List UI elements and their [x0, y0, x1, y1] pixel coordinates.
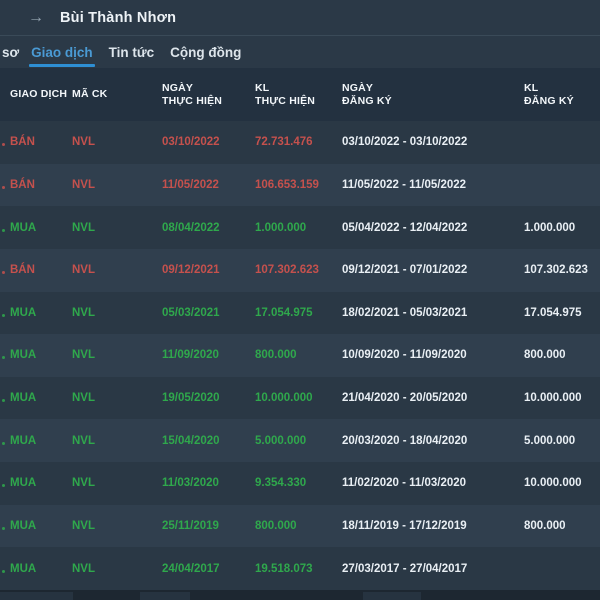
table-body: BÁN NVL 03/10/2022 72.731.476 03/10/2022… — [0, 121, 600, 590]
execution-date-cell: 11/09/2020 — [162, 349, 219, 362]
column-header-ngay-thuc-hien: NGÀY THỰC HIỆN — [162, 81, 223, 107]
registration-period-cell: 09/12/2021 - 07/01/2022 — [342, 264, 468, 277]
transaction-type-cell: MUA — [1, 392, 37, 405]
executed-volume-cell: 106.653.159 — [255, 178, 319, 191]
ticker-cell: NVL — [72, 562, 95, 575]
transaction-type-cell: MUA — [1, 562, 37, 575]
ticker-cell: NVL — [72, 392, 95, 405]
executed-volume-cell: 5.000.000 — [255, 434, 307, 447]
cut-off-element-bottom — [0, 590, 600, 600]
registration-period-cell: 11/05/2022 - 11/05/2022 — [342, 178, 467, 191]
ticker-cell: NVL — [72, 178, 95, 191]
table-header: GIAO DỊCH MÃ CK NGÀY THỰC HIỆN KL THỰC HIỆ… — [0, 68, 600, 121]
table-row[interactable]: BÁN NVL 11/05/2022 106.653.159 11/05/202… — [0, 163, 600, 207]
column-header-kl-thuc-hien: KL THỰC HIỆN — [255, 81, 316, 107]
registration-period-cell: 27/03/2017 - 27/04/2017 — [342, 562, 468, 575]
transaction-type-cell: MUA — [1, 519, 37, 532]
executed-volume-cell: 19.518.073 — [255, 562, 313, 575]
column-header-ma-ck: MÃ CK — [72, 88, 108, 100]
registered-volume-cell: 800.000 — [524, 519, 566, 532]
transaction-type-cell: BÁN — [2, 264, 35, 277]
registration-period-cell: 21/04/2020 - 20/05/2020 — [342, 392, 468, 405]
table-row[interactable]: MUA NVL 08/04/2022 1.000.000 05/04/2022 … — [0, 206, 600, 249]
execution-date-cell: 05/03/2021 — [162, 306, 220, 319]
execution-date-cell: 09/12/2021 — [162, 264, 220, 277]
table-row[interactable]: MUA NVL 25/11/2019 800.000 18/11/2019 - … — [0, 504, 600, 548]
registration-period-cell: 10/09/2020 - 11/09/2020 — [342, 349, 467, 362]
transaction-type-cell: MUA — [1, 349, 37, 362]
executed-volume-cell: 1.000.000 — [255, 221, 307, 234]
executed-volume-cell: 9.354.330 — [255, 477, 307, 490]
table-row[interactable]: MUA NVL 19/05/2020 10.000.000 21/04/2020… — [0, 376, 600, 420]
execution-date-cell: 15/04/2020 — [162, 434, 220, 447]
column-header-kl-dang-ky: KL ĐĂNG KÝ — [524, 81, 574, 107]
registration-period-cell: 18/02/2021 - 05/03/2021 — [342, 306, 468, 319]
transaction-type-cell: BÁN — [2, 178, 35, 191]
tab-giao-dich[interactable]: Giao dịch — [29, 45, 95, 67]
ticker-cell: NVL — [72, 477, 95, 490]
transaction-type-cell: MUA — [1, 306, 37, 319]
page-title: Bùi Thành Nhơn — [60, 9, 177, 26]
tab-tin-tuc[interactable]: Tin tức — [109, 45, 155, 60]
column-header-ngay-dang-ky: NGÀY ĐĂNG KÝ — [342, 81, 392, 107]
table-row[interactable]: MUA NVL 11/09/2020 800.000 10/09/2020 - … — [0, 334, 600, 377]
execution-date-cell: 11/03/2020 — [162, 477, 219, 490]
ticker-cell: NVL — [72, 264, 95, 277]
column-header-giao-dich: GIAO DỊCH — [10, 88, 68, 100]
transaction-type-cell: BÁN — [2, 136, 35, 149]
execution-date-cell: 19/05/2020 — [162, 392, 220, 405]
executed-volume-cell: 10.000.000 — [255, 392, 313, 405]
executed-volume-cell: 107.302.623 — [255, 264, 319, 277]
registered-volume-cell: 5.000.000 — [524, 434, 576, 447]
title-bar: → Bùi Thành Nhơn — [0, 0, 600, 35]
execution-date-cell: 24/04/2017 — [162, 562, 220, 575]
registered-volume-cell: 1.000.000 — [524, 221, 576, 234]
tab-bar: sơ Giao dịch Tin tức Cộng đồng — [0, 36, 600, 68]
table-row[interactable]: MUA NVL 11/03/2020 9.354.330 11/02/2020 … — [0, 462, 600, 505]
ticker-cell: NVL — [72, 136, 95, 149]
executed-volume-cell: 800.000 — [255, 519, 297, 532]
registered-volume-cell: 10.000.000 — [524, 477, 582, 490]
execution-date-cell: 25/11/2019 — [162, 519, 219, 532]
transaction-type-cell: MUA — [1, 434, 37, 447]
ticker-cell: NVL — [72, 306, 95, 319]
execution-date-cell: 08/04/2022 — [162, 221, 220, 234]
transaction-type-cell: MUA — [1, 477, 37, 490]
ticker-cell: NVL — [72, 349, 95, 362]
profile-transactions-screen: → Bùi Thành Nhơn sơ Giao dịch Tin tức Cộ… — [0, 0, 600, 600]
registered-volume-cell: 107.302.623 — [524, 264, 588, 277]
execution-date-cell: 11/05/2022 — [162, 178, 219, 191]
registration-period-cell: 11/02/2020 - 11/03/2020 — [342, 477, 467, 490]
registered-volume-cell: 10.000.000 — [524, 392, 582, 405]
table-row[interactable]: MUA NVL 24/04/2017 19.518.073 27/03/2017… — [0, 547, 600, 590]
table-row[interactable]: BÁN NVL 09/12/2021 107.302.623 09/12/202… — [0, 248, 600, 292]
registered-volume-cell: 800.000 — [524, 349, 566, 362]
registration-period-cell: 18/11/2019 - 17/12/2019 — [342, 519, 467, 532]
transaction-type-cell: MUA — [1, 221, 37, 234]
tab-cong-dong[interactable]: Cộng đồng — [170, 45, 241, 60]
registration-period-cell: 03/10/2022 - 03/10/2022 — [342, 136, 468, 149]
tab-ho-so[interactable]: sơ — [2, 45, 19, 60]
registration-period-cell: 05/04/2022 - 12/04/2022 — [342, 221, 468, 234]
ticker-cell: NVL — [72, 221, 95, 234]
executed-volume-cell: 800.000 — [255, 349, 297, 362]
registration-period-cell: 20/03/2020 - 18/04/2020 — [342, 434, 468, 447]
ticker-cell: NVL — [72, 434, 95, 447]
table-row[interactable]: MUA NVL 05/03/2021 17.054.975 18/02/2021… — [0, 291, 600, 335]
table-row[interactable]: MUA NVL 15/04/2020 5.000.000 20/03/2020 … — [0, 419, 600, 462]
ticker-cell: NVL — [72, 519, 95, 532]
executed-volume-cell: 72.731.476 — [255, 136, 313, 149]
executed-volume-cell: 17.054.975 — [255, 306, 313, 319]
execution-date-cell: 03/10/2022 — [162, 136, 220, 149]
forward-arrow-icon[interactable]: → — [28, 9, 44, 26]
registered-volume-cell: 17.054.975 — [524, 306, 582, 319]
table-row[interactable]: BÁN NVL 03/10/2022 72.731.476 03/10/2022… — [0, 121, 600, 164]
